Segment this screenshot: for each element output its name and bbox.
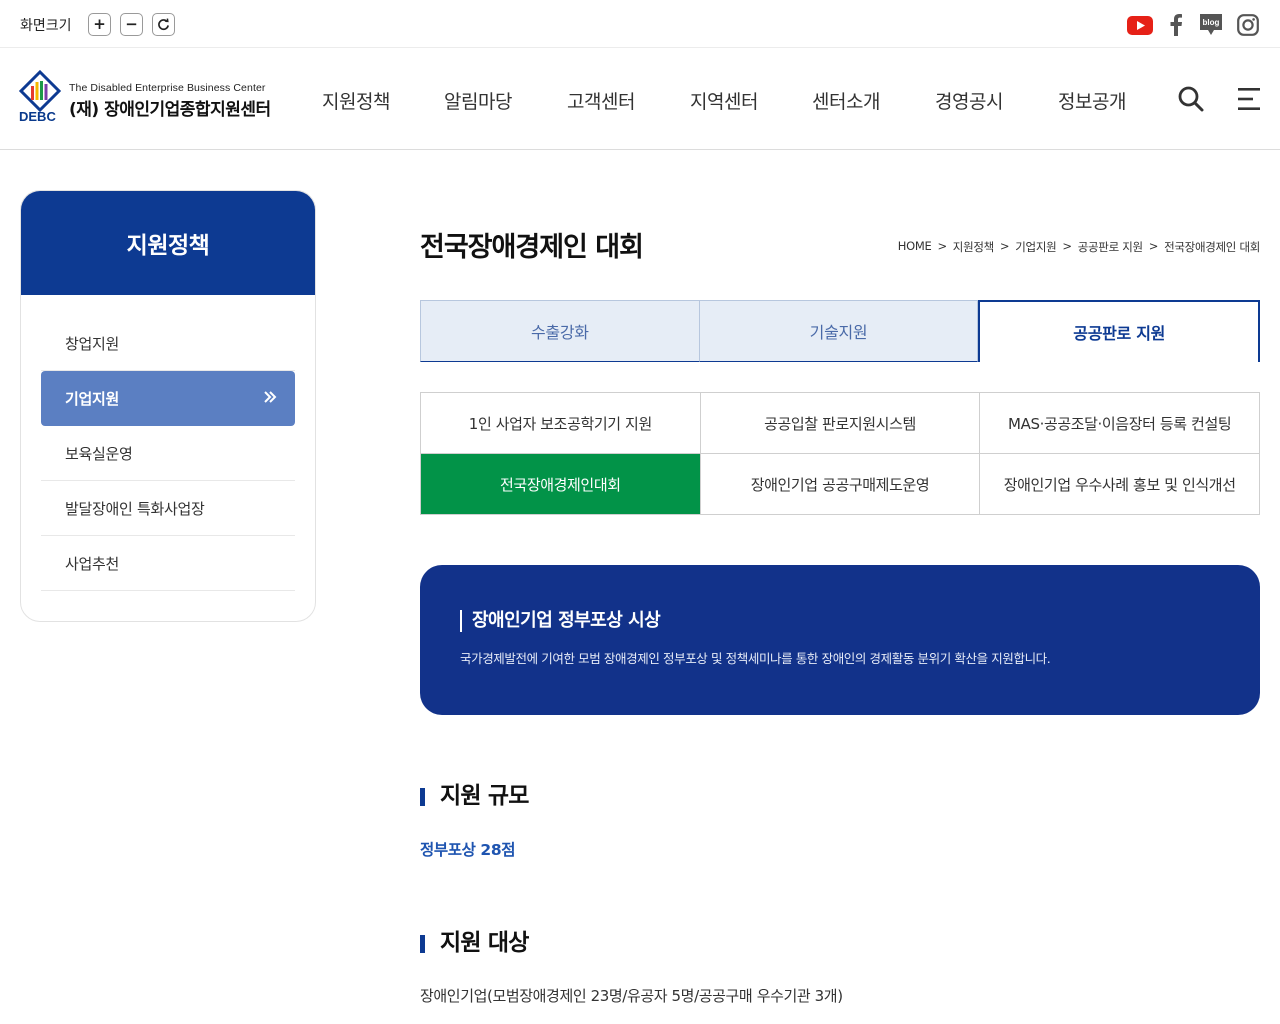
facebook-icon <box>1170 14 1182 36</box>
tab-public-procurement[interactable]: 공공판로 지원 <box>978 300 1261 362</box>
side-navigation-list: 창업지원 기업지원 보육실운영 발달장애인 특화사업장 사업추천 <box>21 295 315 591</box>
double-chevron-right-icon <box>264 391 277 403</box>
breadcrumb-separator: > <box>999 239 1010 253</box>
search-icon <box>1178 86 1204 112</box>
site-logo[interactable]: DEBC The Disabled Enterprise Business Ce… <box>18 69 283 129</box>
subtab-bidding-system[interactable]: 공공입찰 판로지원시스템 <box>700 393 981 454</box>
breadcrumb-current: 전국장애경제인 대회 <box>1164 240 1260 254</box>
lnb-item-label: 발달장애인 특화사업장 <box>65 499 205 518</box>
logo-korean: (재) 장애인기업종합지원센터 <box>69 100 271 120</box>
scale-value: 정부포상 28점 <box>420 841 516 859</box>
page-title: 전국장애경제인 대회 <box>420 232 644 263</box>
gnb-item-information-disclosure[interactable]: 정보공개 <box>1058 87 1126 114</box>
zoom-out-button[interactable]: − <box>120 13 143 36</box>
blog-icon-text: blog <box>1203 18 1220 27</box>
logo-abbr: DEBC <box>19 109 56 124</box>
instagram-link[interactable] <box>1235 12 1261 38</box>
section-title-scale: 지원 규모 <box>420 782 529 810</box>
refresh-icon <box>158 18 169 31</box>
subtab-assistive-device[interactable]: 1인 사업자 보조공학기기 지원 <box>421 393 701 454</box>
tab-technology[interactable]: 기술지원 <box>699 300 979 362</box>
zoom-in-button[interactable]: + <box>88 13 111 36</box>
gnb-item-regional-center[interactable]: 지역센터 <box>690 87 758 114</box>
gnb-item-support-policy[interactable]: 지원정책 <box>322 87 390 114</box>
breadcrumb-separator: > <box>937 239 947 253</box>
logo-english: The Disabled Enterprise Business Center <box>69 82 266 94</box>
blog-link[interactable]: blog <box>1198 12 1224 38</box>
tab-export[interactable]: 수출강화 <box>420 300 700 362</box>
blog-icon: blog <box>1200 14 1222 35</box>
breadcrumb-item[interactable]: 기업지원 <box>1015 239 1056 255</box>
site-header: DEBC The Disabled Enterprise Business Ce… <box>0 49 1280 150</box>
zoom-reset-button[interactable] <box>152 13 175 36</box>
lnb-item-label: 기업지원 <box>65 390 120 408</box>
section-title-target: 지원 대상 <box>420 929 529 957</box>
breadcrumb-item[interactable]: 공공판로 지원 <box>1078 239 1143 255</box>
lnb-item-business-recommendation[interactable]: 사업추천 <box>41 536 295 591</box>
target-text: 장애인기업(모범장애경제인 23명/유공자 5명/공공구매 우수기관 3개) <box>420 987 843 1005</box>
subtab-best-practice[interactable]: 장애인기업 우수사례 홍보 및 인식개선 <box>980 454 1260 515</box>
sub-tabs: 1인 사업자 보조공학기기 지원 공공입찰 판로지원시스템 MAS·공공조달·이… <box>420 392 1260 515</box>
instagram-icon <box>1237 14 1259 36</box>
zoom-label: 화면크기 <box>20 18 72 34</box>
subtab-national-convention[interactable]: 전국장애경제인대회 <box>421 454 701 515</box>
lnb-item-developmental-disability-workplace[interactable]: 발달장애인 특화사업장 <box>41 481 295 536</box>
subtab-public-purchase[interactable]: 장애인기업 공공구매제도운영 <box>700 454 981 515</box>
debc-logo-icon <box>18 69 62 113</box>
gnb-item-customer-center[interactable]: 고객센터 <box>567 87 635 114</box>
lnb-item-enterprise[interactable]: 기업지원 <box>41 371 295 426</box>
youtube-link[interactable] <box>1127 12 1153 38</box>
menu-button[interactable] <box>1236 85 1264 113</box>
breadcrumb-separator: > <box>1148 239 1159 253</box>
lnb-item-startup[interactable]: 창업지원 <box>41 316 295 371</box>
banner-description: 국가경제발전에 기여한 모범 장애경제인 정부포상 및 정책세미나를 통한 장애… <box>460 651 1051 666</box>
breadcrumb: HOME > 지원정책 > 기업지원 > 공공판로 지원 > 전국장애경제인 대… <box>898 239 1261 255</box>
side-navigation: 지원정책 창업지원 기업지원 보육실운영 발달장애인 특화사업장 사업추천 <box>20 190 316 622</box>
lnb-item-label: 창업지원 <box>65 334 120 353</box>
gnb-item-about[interactable]: 센터소개 <box>812 87 880 114</box>
breadcrumb-separator: > <box>1062 239 1072 253</box>
lnb-item-incubation[interactable]: 보육실운영 <box>41 426 295 481</box>
lnb-item-label: 보육실운영 <box>65 444 133 463</box>
search-button[interactable] <box>1177 85 1205 113</box>
facebook-link[interactable] <box>1163 12 1189 38</box>
hamburger-menu-icon <box>1238 88 1260 110</box>
youtube-icon <box>1127 15 1153 35</box>
lnb-item-label: 사업추천 <box>65 554 120 573</box>
gnb-item-management-disclosure[interactable]: 경영공시 <box>935 87 1003 114</box>
breadcrumb-home[interactable]: HOME <box>898 239 932 255</box>
main-tabs: 수출강화 기술지원 공공판로 지원 <box>420 300 1261 362</box>
gnb-item-notice[interactable]: 알림마당 <box>444 87 512 114</box>
banner-title: 장애인기업 정부포상 시상 <box>460 610 661 632</box>
subtab-mas-consulting[interactable]: MAS·공공조달·이음장터 등록 컨설팅 <box>980 393 1260 454</box>
side-navigation-title: 지원정책 <box>21 191 315 295</box>
info-banner: 장애인기업 정부포상 시상 국가경제발전에 기여한 모범 장애경제인 정부포상 … <box>420 565 1260 715</box>
utility-bar: 화면크기 + − blog <box>0 0 1280 48</box>
breadcrumb-item[interactable]: 지원정책 <box>953 239 994 255</box>
